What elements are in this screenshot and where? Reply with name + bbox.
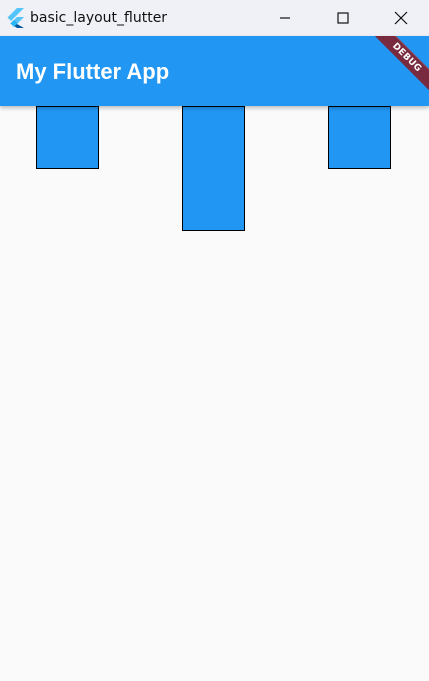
app-window: basic_layout_flutter My Flutter App DEBU… [0, 0, 429, 681]
maximize-button[interactable] [314, 0, 372, 36]
app-bar-title: My Flutter App [16, 59, 170, 84]
window-titlebar[interactable]: basic_layout_flutter [0, 0, 429, 36]
box-center [182, 106, 245, 231]
window-title: basic_layout_flutter [30, 10, 168, 26]
maximize-icon [337, 12, 349, 24]
box-left [36, 106, 99, 169]
close-button[interactable] [372, 0, 429, 36]
minimize-button[interactable] [256, 0, 314, 36]
main-content [0, 106, 429, 681]
box-right [328, 106, 391, 169]
flutter-logo-icon [7, 8, 24, 28]
minimize-icon [280, 17, 290, 19]
app-bar: My Flutter App [0, 36, 429, 106]
close-icon [394, 11, 408, 25]
